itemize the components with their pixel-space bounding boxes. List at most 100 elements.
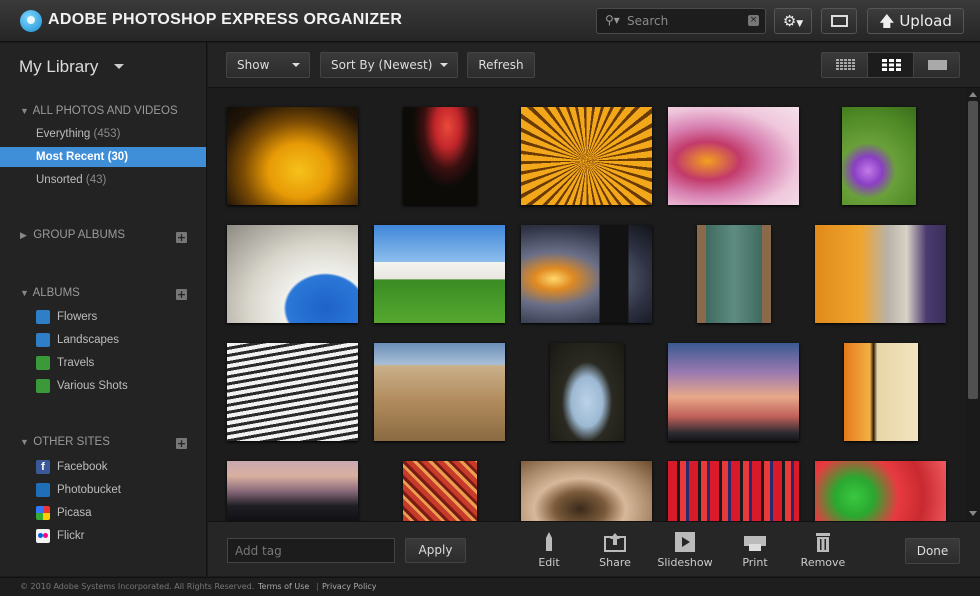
view-medium-thumbnails-button[interactable] (867, 52, 914, 78)
edit-button[interactable]: Edit (514, 532, 584, 574)
main-toolbar: Show Sort By (Newest) Refresh (208, 43, 980, 88)
view-large-thumbnails-button[interactable] (913, 52, 960, 78)
sort-dropdown[interactable]: Sort By (Newest) (320, 52, 458, 78)
photo-thumbnail[interactable] (697, 225, 771, 323)
chevron-down-icon: ▼ (20, 106, 29, 116)
grid-scrollbar[interactable] (966, 89, 980, 521)
search-input[interactable] (627, 12, 739, 30)
app-title: ADOBE PHOTOSHOP EXPRESS ORGANIZER (48, 11, 403, 28)
scroll-up-icon[interactable] (969, 92, 977, 97)
sidebar-item-unsorted[interactable]: Unsorted (43) (0, 170, 206, 190)
show-dropdown[interactable]: Show (226, 52, 310, 78)
view-small-thumbnails-button[interactable] (821, 52, 868, 78)
photobucket-icon (36, 483, 50, 497)
sidebar-item-everything[interactable]: Everything (453) (0, 124, 206, 144)
photo-thumbnail[interactable] (521, 225, 652, 323)
refresh-button[interactable]: Refresh (467, 52, 535, 78)
photo-thumbnail[interactable] (374, 343, 505, 441)
photo-thumbnail[interactable] (815, 225, 946, 323)
slideshow-button[interactable]: Slideshow (650, 532, 720, 574)
remove-button[interactable]: Remove (788, 532, 858, 574)
album-icon (36, 356, 50, 370)
facebook-icon: f (36, 460, 50, 474)
photo-thumbnail[interactable] (227, 461, 358, 521)
printer-icon (744, 536, 766, 551)
play-icon (675, 532, 695, 552)
photo-thumbnail[interactable] (374, 225, 505, 323)
sidebar-item-photobucket[interactable]: Photobucket (0, 480, 206, 500)
add-site-icon[interactable]: + (176, 438, 187, 449)
section-albums[interactable]: ▼ ALBUMS (20, 287, 80, 299)
chevron-down-icon (292, 63, 300, 67)
fullscreen-icon (831, 15, 848, 27)
search-icon: ⚲▾ (605, 13, 620, 27)
photo-thumbnail[interactable] (227, 343, 358, 441)
add-album-icon[interactable]: + (176, 289, 187, 300)
photo-thumbnail[interactable] (815, 461, 946, 521)
footer-separator: | (316, 582, 319, 591)
section-other-sites[interactable]: ▼ OTHER SITES (20, 436, 110, 448)
sidebar-item-flowers[interactable]: Flowers (0, 307, 206, 327)
arrow-up-icon: 🡅 (879, 12, 895, 30)
photo-thumbnail[interactable] (403, 107, 477, 205)
large-view-icon (928, 60, 947, 70)
scrollbar-thumb[interactable] (968, 101, 978, 399)
print-button[interactable]: Print (720, 532, 790, 574)
photo-thumbnail[interactable] (227, 107, 358, 205)
flickr-icon (36, 529, 50, 543)
photo-thumbnail[interactable] (403, 461, 477, 521)
edit-pencil-icon (546, 532, 552, 551)
photo-thumbnail[interactable] (521, 461, 652, 521)
photo-thumbnail[interactable] (844, 343, 918, 441)
photo-thumbnail[interactable] (668, 343, 799, 441)
medium-grid-icon (882, 59, 901, 71)
sidebar: My Library ▼ ALL PHOTOS AND VIDEOS Every… (0, 43, 207, 576)
photo-thumbnail[interactable] (842, 107, 916, 205)
photo-thumbnail[interactable] (668, 107, 799, 205)
add-group-album-icon[interactable]: + (176, 232, 187, 243)
fullscreen-button[interactable] (821, 8, 857, 34)
privacy-policy-link[interactable]: Privacy Policy (322, 578, 377, 596)
sidebar-item-various-shots[interactable]: Various Shots (0, 376, 206, 396)
action-bar: Apply Edit Share Slideshow (208, 521, 980, 576)
add-tag-input[interactable] (227, 538, 395, 563)
apply-tag-button[interactable]: Apply (405, 538, 466, 563)
footer: © 2010 Adobe Systems Incorporated. All R… (0, 577, 980, 596)
chevron-down-icon (440, 63, 448, 67)
copyright-text: © 2010 Adobe Systems Incorporated. All R… (20, 582, 255, 591)
scroll-down-icon[interactable] (969, 511, 977, 516)
share-button[interactable]: Share (580, 532, 650, 574)
done-button[interactable]: Done (905, 538, 960, 564)
chevron-down-icon: ▼ (796, 19, 804, 29)
trash-icon (816, 533, 830, 552)
terms-of-use-link[interactable]: Terms of Use (258, 578, 309, 596)
photo-thumbnail[interactable] (521, 107, 652, 205)
photo-thumbnail[interactable] (550, 343, 624, 441)
sidebar-item-landscapes[interactable]: Landscapes (0, 330, 206, 350)
album-icon (36, 333, 50, 347)
upload-button[interactable]: 🡅 Upload (867, 8, 964, 34)
settings-button[interactable]: ⚙▼ (774, 8, 812, 34)
sidebar-item-flickr[interactable]: Flickr (0, 526, 206, 546)
sidebar-item-facebook[interactable]: f Facebook (0, 457, 206, 477)
clear-search-icon[interactable]: × (748, 15, 759, 26)
small-grid-icon (836, 59, 855, 70)
sidebar-item-most-recent[interactable]: Most Recent (30) (0, 147, 206, 167)
photoshop-express-logo-icon (20, 10, 42, 32)
section-group-albums[interactable]: ▶ GROUP ALBUMS (20, 229, 125, 241)
photo-thumbnail[interactable] (668, 461, 799, 521)
app-header: ADOBE PHOTOSHOP EXPRESS ORGANIZER ⚲▾ × ⚙… (0, 0, 980, 42)
chevron-down-icon: ▼ (20, 288, 29, 298)
section-all-photos[interactable]: ▼ ALL PHOTOS AND VIDEOS (20, 105, 178, 117)
library-title[interactable]: My Library (19, 57, 98, 77)
picasa-icon (36, 506, 50, 520)
gear-icon: ⚙ (782, 12, 797, 30)
share-icon (604, 533, 626, 552)
sidebar-item-picasa[interactable]: Picasa (0, 503, 206, 523)
photo-thumbnail[interactable] (227, 225, 358, 323)
upload-label: Upload (899, 12, 952, 30)
search-box[interactable]: ⚲▾ × (596, 8, 766, 34)
album-icon (36, 310, 50, 324)
chevron-down-icon[interactable] (114, 64, 124, 69)
sidebar-item-travels[interactable]: Travels (0, 353, 206, 373)
